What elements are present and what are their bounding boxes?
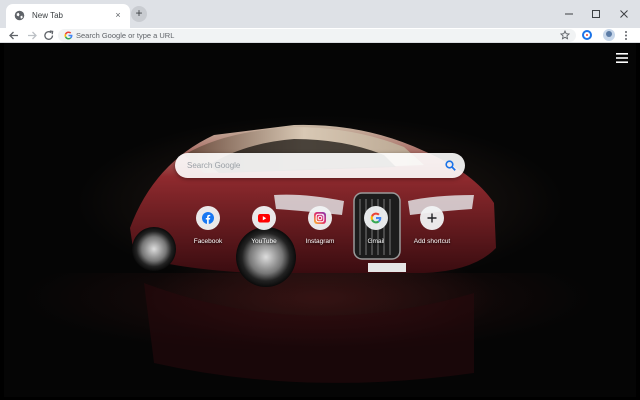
shortcut-gmail[interactable]: Gmail bbox=[346, 206, 406, 250]
shortcut-label: YouTube bbox=[251, 238, 277, 245]
shortcut-facebook[interactable]: Facebook bbox=[178, 206, 238, 250]
shortcut-bubble bbox=[196, 206, 220, 230]
shortcut-label: Add shortcut bbox=[413, 238, 451, 245]
forward-arrow-icon[interactable] bbox=[26, 30, 38, 41]
shortcut-bubble bbox=[420, 206, 444, 230]
google-search-box[interactable] bbox=[175, 153, 465, 178]
google-g-icon bbox=[64, 31, 73, 40]
instagram-icon bbox=[314, 212, 326, 224]
new-tab-button[interactable]: + bbox=[131, 6, 147, 22]
browser-toolbar bbox=[0, 28, 640, 43]
facebook-icon bbox=[202, 212, 214, 224]
shortcut-youtube[interactable]: YouTube bbox=[234, 206, 294, 250]
bookmark-star-icon[interactable] bbox=[560, 30, 570, 40]
shortcut-bubble bbox=[364, 206, 388, 230]
shortcut-bubble bbox=[308, 206, 332, 230]
tab-title: New Tab bbox=[32, 11, 63, 20]
tab-strip: New Tab × + bbox=[0, 0, 640, 28]
close-icon[interactable] bbox=[617, 7, 631, 21]
shortcut-bubble bbox=[252, 206, 276, 230]
shortcut-add[interactable]: Add shortcut bbox=[402, 206, 462, 250]
plus-icon bbox=[427, 213, 437, 223]
more-menu-icon[interactable] bbox=[624, 30, 628, 41]
google-icon bbox=[370, 212, 382, 224]
search-icon[interactable] bbox=[445, 160, 456, 171]
omnibox-input[interactable] bbox=[76, 29, 546, 42]
minimize-icon[interactable] bbox=[562, 7, 576, 21]
shortcut-instagram[interactable]: Instagram bbox=[290, 206, 350, 250]
reload-icon[interactable] bbox=[43, 30, 55, 41]
shortcut-label: Facebook bbox=[193, 238, 223, 245]
profile-avatar[interactable] bbox=[603, 29, 615, 41]
youtube-icon bbox=[258, 214, 270, 223]
tab-close-icon[interactable]: × bbox=[112, 9, 124, 21]
tab-new-tab[interactable]: New Tab × bbox=[6, 4, 130, 28]
maximize-icon[interactable] bbox=[589, 7, 603, 21]
address-bar[interactable] bbox=[58, 29, 576, 42]
extension-icon[interactable] bbox=[582, 30, 592, 40]
back-arrow-icon[interactable] bbox=[8, 30, 20, 41]
hamburger-menu-icon[interactable] bbox=[616, 53, 628, 63]
search-input[interactable] bbox=[187, 153, 437, 178]
new-tab-page: Facebook YouTube bbox=[4, 43, 636, 397]
shortcut-label: Instagram bbox=[305, 238, 335, 245]
globe-icon bbox=[14, 10, 25, 21]
shortcut-label: Gmail bbox=[367, 238, 385, 245]
